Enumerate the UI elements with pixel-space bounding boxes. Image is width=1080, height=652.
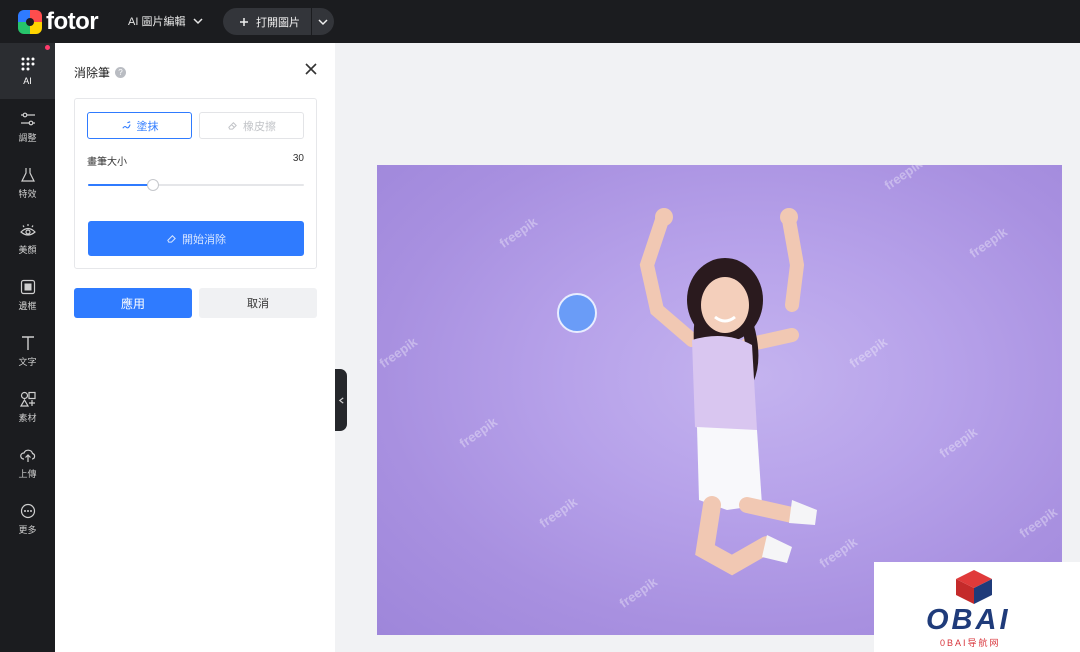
frame-icon [20, 279, 35, 294]
sidebar-item-beauty[interactable]: 美顏 [0, 211, 55, 267]
upload-cloud-icon [19, 449, 35, 462]
sidebar-item-effects[interactable]: 特效 [0, 155, 55, 211]
ai-editor-menu-label: AI 圖片編輯 [128, 16, 186, 28]
eraser-icon [228, 122, 237, 130]
paint-mode-label: 塗抹 [136, 120, 159, 133]
apply-button[interactable]: 應用 [74, 288, 192, 318]
start-erase-label: 開始消除 [182, 233, 226, 246]
watermark: freepik [936, 424, 981, 461]
watermark: freepik [881, 165, 926, 193]
slider-fill [88, 184, 153, 186]
slider-thumb[interactable] [146, 179, 159, 191]
open-image-button-group: 打開圖片 [223, 8, 334, 35]
paint-mode-button[interactable]: 塗抹 [87, 112, 192, 139]
promo-watermark: OBAI 0BAI导航网 [874, 562, 1080, 652]
watermark: freepik [966, 224, 1011, 261]
fotor-logo[interactable]: fotor [18, 8, 99, 35]
panel-title: 消除筆 [74, 66, 111, 80]
eraser-mode-button[interactable]: 橡皮擦 [199, 112, 304, 139]
watermark: freepik [1016, 504, 1061, 541]
panel-header: 消除筆 ? [74, 64, 127, 81]
sliders-icon [20, 112, 35, 125]
chevron-left-icon [338, 396, 344, 404]
cancel-button[interactable]: 取消 [199, 288, 317, 318]
eraser-icon [167, 235, 176, 243]
help-icon[interactable]: ? [115, 67, 127, 78]
watermark: freepik [536, 494, 581, 531]
sidebar-item-elements[interactable]: 素材 [0, 379, 55, 435]
eye-icon [19, 223, 36, 236]
chevron-down-icon [318, 18, 328, 25]
watermark: freepik [456, 414, 501, 451]
close-icon[interactable] [304, 62, 318, 76]
sidebar-item-label: 邊框 [18, 300, 37, 311]
shapes-icon [19, 391, 36, 407]
more-icon [20, 503, 35, 518]
brush-settings-card: 塗抹 橡皮擦 畫筆大小 30 開始消除 [74, 98, 317, 269]
sidebar-item-label: 更多 [18, 524, 37, 535]
sidebar-item-text[interactable]: 文字 [0, 323, 55, 379]
sidebar-item-frames[interactable]: 邊框 [0, 267, 55, 323]
notification-dot [45, 45, 50, 50]
open-image-dropdown[interactable] [312, 8, 334, 35]
jumping-woman-figure [639, 208, 817, 576]
eraser-panel: 消除筆 ? 塗抹 橡皮擦 畫筆大小 30 開始消除 應用 取消 [55, 43, 335, 652]
watermark: freepik [846, 334, 891, 371]
sidebar: AI 調整 特效 美顏 邊框 文字 素材 上傳 更多 [0, 43, 55, 652]
watermark: freepik [377, 334, 421, 371]
promo-subtitle: 0BAI导航网 [940, 638, 1001, 648]
promo-name: OBAI [926, 604, 1011, 636]
brush-size-slider[interactable] [88, 179, 304, 191]
sidebar-item-label: 上傳 [18, 468, 37, 479]
sidebar-item-ai[interactable]: AI [0, 43, 55, 99]
flask-icon [20, 167, 35, 182]
sidebar-item-label: 特效 [18, 188, 37, 199]
cube-logo-icon [956, 570, 992, 604]
start-erase-button[interactable]: 開始消除 [88, 221, 304, 256]
sidebar-item-label: 調整 [18, 132, 37, 143]
top-bar: fotor AI 圖片編輯 打開圖片 [0, 0, 1080, 43]
panel-collapse-handle[interactable] [335, 369, 347, 431]
brush-icon [121, 121, 131, 129]
plus-icon [240, 17, 248, 26]
watermark: freepik [496, 214, 541, 251]
ai-grid-icon [21, 57, 34, 71]
sidebar-item-label: 素材 [18, 412, 37, 423]
sidebar-item-label: 美顏 [18, 244, 37, 255]
canvas-area[interactable]: freepik freepik freepik freepik freepik … [335, 43, 1080, 652]
brush-size-value: 30 [292, 153, 304, 164]
text-icon [21, 335, 34, 350]
sidebar-item-label: AI [23, 76, 32, 86]
sidebar-item-more[interactable]: 更多 [0, 491, 55, 547]
logo-text: fotor [46, 8, 99, 35]
eraser-mode-label: 橡皮擦 [243, 120, 276, 133]
open-image-button[interactable]: 打開圖片 [223, 8, 312, 35]
brush-size-label: 畫筆大小 [87, 157, 127, 168]
open-image-label: 打開圖片 [256, 16, 300, 29]
brush-cursor [557, 293, 597, 333]
fotor-logo-icon [18, 10, 42, 34]
sidebar-item-upload[interactable]: 上傳 [0, 435, 55, 491]
sidebar-item-adjust[interactable]: 調整 [0, 99, 55, 155]
sidebar-item-label: 文字 [18, 356, 37, 367]
ai-editor-menu[interactable]: AI 圖片編輯 [128, 13, 203, 29]
chevron-down-icon [193, 18, 203, 25]
